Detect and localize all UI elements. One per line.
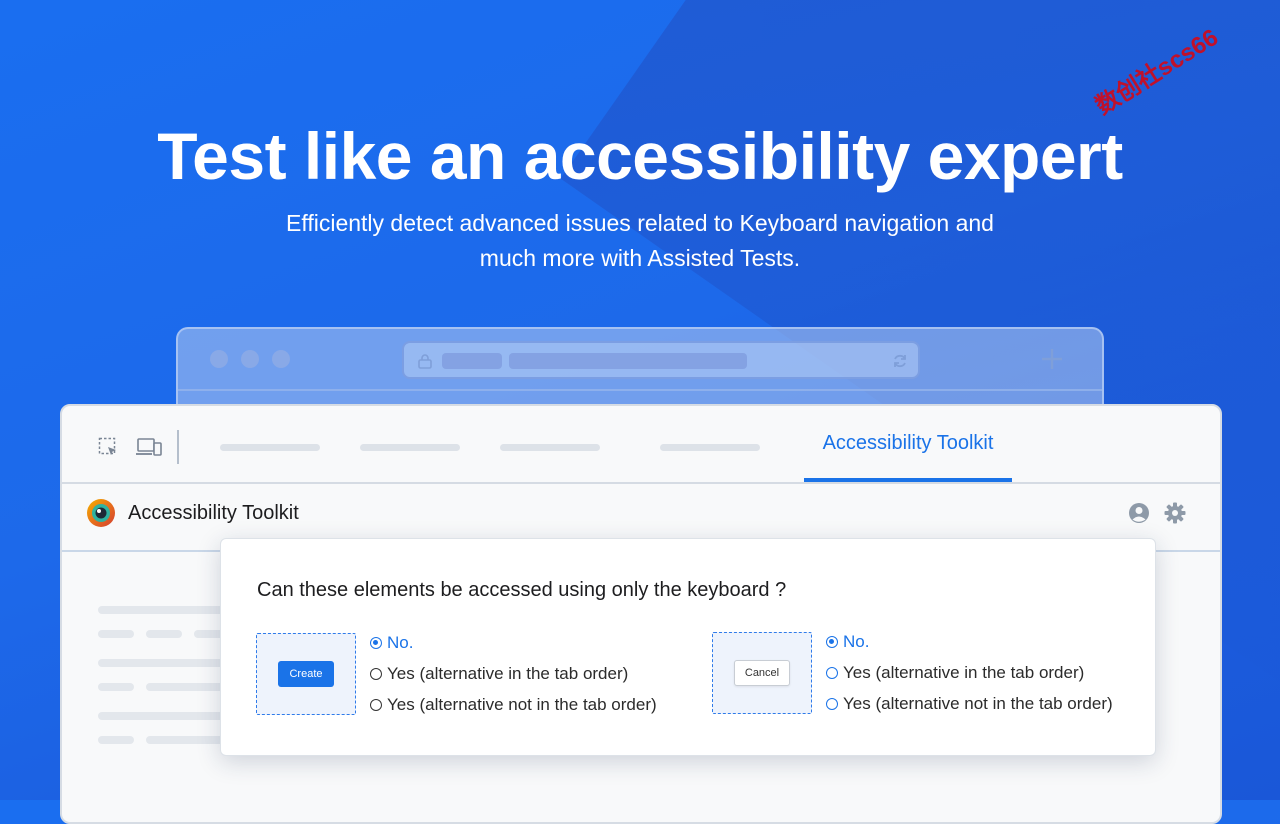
hero-title: Test like an accessibility expert [157,119,1123,193]
element-preview-cancel: Cancel [712,632,812,714]
device-toggle-icon[interactable] [136,437,162,457]
option-label: No. [843,632,870,651]
option-label: No. [387,633,414,652]
option-label: Yes (alternative in the tab order) [387,664,629,683]
option-label: Yes (alternative not in the tab order) [387,695,657,714]
window-control-dot [272,350,290,368]
tab-accessibility-toolkit[interactable]: Accessibility Toolkit [804,432,1012,455]
tab-placeholder[interactable] [220,444,320,451]
option-label: Yes (alternative not in the tab order) [843,694,1113,713]
reload-icon[interactable] [892,353,908,369]
hero-subtitle: Efficiently detect advanced issues relat… [240,206,1040,276]
hero-subtitle-line2: much more with Assisted Tests. [479,245,801,271]
settings-gear-icon[interactable] [1164,502,1186,524]
radio-selected[interactable] [826,636,838,648]
tab-bar-divider [177,430,179,464]
skeleton-line [146,630,182,638]
radio-unselected[interactable] [826,667,838,679]
create-button-preview: Create [278,661,334,687]
skeleton-line [98,659,228,667]
skeleton-line [98,683,134,691]
skeleton-line [98,630,134,638]
cancel-button-preview: Cancel [734,660,790,686]
active-tab-indicator [804,478,1012,482]
skeleton-line [98,606,228,614]
radio-unselected[interactable] [826,698,838,710]
toolbar-divider [178,389,1102,391]
skeleton-line [98,736,134,744]
new-tab-plus-icon[interactable] [1040,347,1064,371]
radio-selected[interactable] [370,637,382,649]
skeleton-line [98,712,228,720]
element-preview-create: Create [256,633,356,715]
account-icon[interactable] [1128,502,1150,524]
tab-placeholder[interactable] [660,444,760,451]
test-question: Can these elements be accessed using onl… [257,579,787,601]
lock-icon [418,354,432,369]
address-placeholder [442,353,502,369]
devtools-tab-bar: Accessibility Toolkit [62,406,1220,484]
tab-placeholder[interactable] [360,444,460,451]
window-control-dot [241,350,259,368]
panel-title: Accessibility Toolkit [128,502,299,524]
radio-unselected[interactable] [370,699,382,711]
hero-subtitle-line1: Efficiently detect advanced issues relat… [286,210,994,236]
tab-placeholder[interactable] [500,444,600,451]
window-control-dot [210,350,228,368]
inspect-element-icon[interactable] [98,437,118,457]
address-placeholder [509,353,747,369]
option-label: Yes (alternative in the tab order) [843,663,1085,682]
toolkit-logo-icon [87,499,115,527]
radio-unselected[interactable] [370,668,382,680]
address-bar[interactable] [402,341,920,379]
assisted-test-dialog: Can these elements be accessed using onl… [220,538,1156,756]
